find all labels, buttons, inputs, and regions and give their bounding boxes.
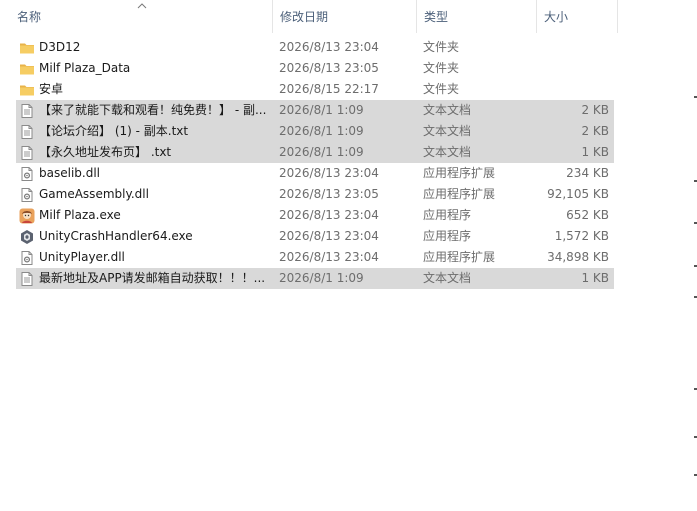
unity-exe-icon	[19, 229, 35, 245]
file-date: 2026/8/13 23:05	[279, 187, 379, 201]
file-row[interactable]: 安卓 2026/8/15 22:17 文件夹	[16, 79, 614, 100]
column-header-size-label: 大小	[544, 10, 569, 24]
file-size: 92,105 KB	[547, 187, 609, 201]
file-size: 2 KB	[581, 124, 609, 138]
file-size: 1 KB	[581, 271, 609, 285]
file-name: UnityPlayer.dll	[39, 250, 125, 264]
column-header-name[interactable]: 名称	[10, 0, 272, 33]
file-row[interactable]: D3D12 2026/8/13 23:04 文件夹	[16, 37, 614, 58]
file-date: 2026/8/13 23:04	[279, 40, 379, 54]
file-name: GameAssembly.dll	[39, 187, 149, 201]
file-name: 最新地址及APP请发邮箱自动获取！！！...	[39, 271, 266, 285]
file-date: 2026/8/13 23:04	[279, 250, 379, 264]
file-name: UnityCrashHandler64.exe	[39, 229, 193, 243]
folder-icon	[19, 40, 35, 56]
file-size: 1,572 KB	[554, 229, 609, 243]
file-date: 2026/8/13 23:04	[279, 208, 379, 222]
file-name: 【来了就能下载和观看！纯免费！】 - 副...	[39, 103, 267, 117]
file-date: 2026/8/13 23:04	[279, 229, 379, 243]
text-file-icon	[19, 271, 35, 287]
file-type: 文本文档	[423, 145, 472, 159]
dll-file-icon	[19, 250, 35, 266]
file-size: 652 KB	[566, 208, 609, 222]
file-row[interactable]: Milf Plaza.exe 2026/8/13 23:04 应用程序 652 KB	[16, 205, 614, 226]
folder-icon	[19, 61, 35, 77]
file-type: 文件夹	[423, 82, 460, 96]
file-type: 应用程序	[423, 208, 472, 222]
text-file-icon	[19, 145, 35, 161]
file-size	[538, 79, 609, 100]
file-row[interactable]: Milf Plaza_Data 2026/8/13 23:05 文件夹	[16, 58, 614, 79]
file-row[interactable]: 【来了就能下载和观看！纯免费！】 - 副... 2026/8/1 1:09 文本文档…	[16, 100, 614, 121]
file-size: 234 KB	[566, 166, 609, 180]
file-date: 2026/8/1 1:09	[279, 145, 364, 159]
file-list: D3D12 2026/8/13 23:04 文件夹 Milf Plaza_Data 20…	[16, 37, 614, 289]
column-header-type[interactable]: 类型	[416, 0, 536, 33]
column-header-date[interactable]: 修改日期	[272, 0, 416, 33]
file-row[interactable]: UnityCrashHandler64.exe 2026/8/13 23:04 应用…	[16, 226, 614, 247]
column-header-size[interactable]: 大小	[536, 0, 618, 33]
file-name: 【论坛介绍】 (1) - 副本.txt	[39, 124, 189, 138]
file-row[interactable]: 【论坛介绍】 (1) - 副本.txt 2026/8/1 1:09 文本文档 2 KB	[16, 121, 614, 142]
file-size	[538, 58, 609, 79]
game-exe-icon	[19, 208, 35, 224]
column-header-name-label: 名称	[17, 10, 42, 24]
file-name: baselib.dll	[39, 166, 100, 180]
file-date: 2026/8/13 23:04	[279, 166, 379, 180]
file-date: 2026/8/1 1:09	[279, 124, 364, 138]
file-date: 2026/8/13 23:05	[279, 61, 379, 75]
file-type: 文件夹	[423, 61, 460, 75]
text-file-icon	[19, 103, 35, 119]
file-size: 1 KB	[581, 145, 609, 159]
column-header-date-label: 修改日期	[280, 10, 329, 24]
dll-file-icon	[19, 187, 35, 203]
file-type: 文件夹	[423, 40, 460, 54]
file-type: 文本文档	[423, 271, 472, 285]
file-size: 2 KB	[581, 103, 609, 117]
file-type: 应用程序扩展	[423, 187, 496, 201]
file-date: 2026/8/1 1:09	[279, 271, 364, 285]
file-row[interactable]: baselib.dll 2026/8/13 23:04 应用程序扩展 234 KB	[16, 163, 614, 184]
file-date: 2026/8/15 22:17	[279, 82, 379, 96]
file-type: 应用程序扩展	[423, 166, 496, 180]
file-type: 文本文档	[423, 124, 472, 138]
file-date: 2026/8/1 1:09	[279, 103, 364, 117]
file-name: 【永久地址发布页】 .txt	[39, 145, 172, 159]
folder-icon	[19, 82, 35, 98]
file-type: 应用程序	[423, 229, 472, 243]
file-explorer-view: 名称 修改日期 类型 大小 D3D12 2026/8/13 23:04 文件夹 Mil…	[0, 0, 697, 511]
file-size	[538, 37, 609, 58]
column-header-type-label: 类型	[424, 10, 449, 24]
column-header-bar: 名称 修改日期 类型 大小	[0, 0, 618, 33]
dll-file-icon	[19, 166, 35, 182]
file-name: Milf Plaza_Data	[39, 61, 131, 75]
file-row[interactable]: GameAssembly.dll 2026/8/13 23:05 应用程序扩展 92,…	[16, 184, 614, 205]
file-row[interactable]: 【永久地址发布页】 .txt 2026/8/1 1:09 文本文档 1 KB	[16, 142, 614, 163]
file-row[interactable]: UnityPlayer.dll 2026/8/13 23:04 应用程序扩展 34,8…	[16, 247, 614, 268]
file-name: 安卓	[39, 82, 64, 96]
file-type: 应用程序扩展	[423, 250, 496, 264]
file-size: 34,898 KB	[547, 250, 609, 264]
file-name: D3D12	[39, 40, 81, 54]
text-file-icon	[19, 124, 35, 140]
file-type: 文本文档	[423, 103, 472, 117]
file-row[interactable]: 最新地址及APP请发邮箱自动获取！！！... 2026/8/1 1:09 文本文档 1…	[16, 268, 614, 289]
file-name: Milf Plaza.exe	[39, 208, 121, 222]
